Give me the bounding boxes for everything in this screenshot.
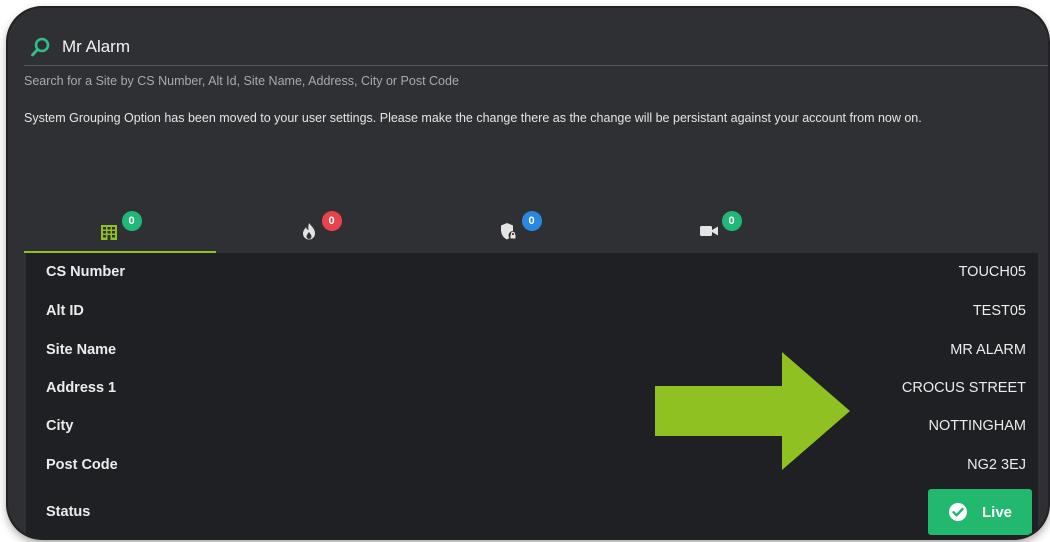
detail-row-city: City NOTTINGHAM <box>26 407 1038 445</box>
detail-label: Alt ID <box>46 303 84 319</box>
detail-value: TEST05 <box>972 303 1026 319</box>
detail-value: TOUCH05 <box>958 264 1026 280</box>
search-input[interactable]: Mr Alarm <box>62 37 130 57</box>
detail-row-status: Status Live <box>26 486 1038 538</box>
detail-label: Site Name <box>46 342 117 358</box>
tab-count-badge: 0 <box>521 210 542 231</box>
detail-row-post-code: Post Code NG2 3EJ <box>26 446 1038 484</box>
arrow-right-icon <box>655 352 850 470</box>
detail-value: MR ALARM <box>950 342 1026 358</box>
detail-row-address-1: Address 1 CROCUS STREET <box>26 369 1038 407</box>
app-panel: Mr Alarm Search for a Site by CS Number,… <box>8 8 1048 538</box>
detail-value: CROCUS STREET <box>901 380 1026 396</box>
tab-fire[interactable]: 0 <box>224 198 416 251</box>
detail-row-cs-number: CS Number TOUCH05 <box>26 253 1038 291</box>
tab-count-badge: 0 <box>121 210 142 231</box>
building-icon <box>100 224 117 240</box>
detail-row-site-name: Site Name MR ALARM <box>26 331 1038 369</box>
detail-label: Post Code <box>46 457 118 473</box>
check-circle-icon <box>948 503 967 521</box>
category-tabs: 0 0 0 0 <box>24 198 1044 253</box>
detail-label: Address 1 <box>46 380 117 396</box>
tab-video[interactable]: 0 <box>624 198 816 251</box>
detail-row-alt-id: Alt ID TEST05 <box>26 292 1038 330</box>
tab-security[interactable]: 0 <box>424 198 616 251</box>
detail-label: City <box>46 418 74 434</box>
detail-value: NG2 3EJ <box>967 457 1026 473</box>
search-icon[interactable] <box>30 36 52 58</box>
search-bar[interactable]: Mr Alarm <box>30 36 130 58</box>
search-underline <box>24 65 1048 66</box>
fire-icon <box>302 222 315 239</box>
site-details-table: CS Number TOUCH05 Alt ID TEST05 Site Nam… <box>26 253 1038 538</box>
live-status-button[interactable]: Live <box>928 489 1032 535</box>
detail-value: NOTTINGHAM <box>928 418 1026 434</box>
status-value: Live <box>981 503 1012 521</box>
tab-count-badge: 0 <box>321 210 342 231</box>
tab-count-badge: 0 <box>721 210 742 231</box>
grouping-notice: System Grouping Option has been moved to… <box>24 111 922 125</box>
detail-label: CS Number <box>46 264 125 280</box>
detail-label: Status <box>46 504 91 520</box>
search-hint: Search for a Site by CS Number, Alt Id, … <box>24 74 459 88</box>
video-camera-icon <box>699 225 718 236</box>
shield-lock-icon <box>500 222 517 240</box>
tab-sites[interactable]: 0 <box>24 198 216 253</box>
